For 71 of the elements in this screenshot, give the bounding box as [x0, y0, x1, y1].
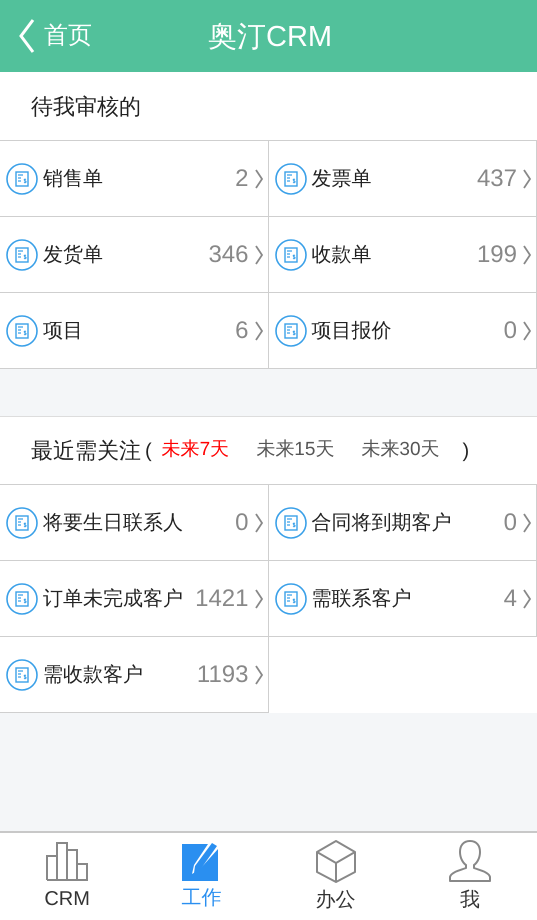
document-icon	[6, 238, 38, 270]
item-count: 199	[476, 240, 517, 270]
item-label: 收款单	[312, 242, 372, 268]
grid-item[interactable]: 需收款客户 1193	[0, 637, 268, 713]
item-label: 项目	[43, 318, 83, 344]
item-count: 0	[235, 508, 248, 538]
item-label: 订单未完成客户	[43, 586, 183, 612]
section-title: 最近需关注	[31, 437, 141, 465]
item-label: 项目报价	[312, 318, 392, 344]
chevron-right-icon	[522, 320, 532, 342]
user-icon	[448, 838, 492, 882]
document-icon	[6, 658, 38, 690]
grid-item[interactable]: 需联系客户 4	[268, 561, 537, 637]
grid-item[interactable]: 项目 6	[0, 293, 268, 369]
edit-icon	[182, 840, 220, 880]
bar-chart-icon	[45, 840, 90, 882]
tab-item[interactable]: 我	[402, 833, 537, 920]
tab-item[interactable]: 办公	[268, 833, 403, 920]
item-label: 将要生日联系人	[43, 510, 183, 536]
item-label: 需联系客户	[312, 586, 412, 612]
grid-item[interactable]: 项目报价 0	[268, 293, 537, 369]
grid-item[interactable]: 发货单 346	[0, 217, 268, 293]
section-title: 待我审核的	[31, 92, 141, 120]
chevron-right-icon	[254, 588, 264, 610]
grid-item[interactable]: 发票单 437	[268, 141, 537, 217]
parenthesis: )	[462, 438, 470, 464]
document-icon	[274, 582, 306, 614]
parenthesis: (	[145, 438, 152, 464]
chevron-right-icon	[522, 168, 532, 190]
item-count: 0	[504, 316, 517, 346]
item-label: 发票单	[312, 166, 372, 192]
item-count: 6	[235, 316, 248, 346]
grid-item[interactable]: 销售单 2	[0, 141, 268, 217]
filter-tab[interactable]: 未来30天	[361, 436, 440, 465]
chevron-right-icon	[522, 244, 532, 266]
grid-item[interactable]: 订单未完成客户 1421	[0, 561, 268, 637]
item-count: 1421	[195, 584, 248, 614]
item-label: 需收款客户	[43, 662, 143, 688]
chevron-right-icon	[254, 664, 264, 686]
chevron-right-icon	[522, 588, 532, 610]
tab-item[interactable]: CRM	[0, 833, 134, 920]
cube-icon	[314, 838, 357, 882]
document-icon	[6, 162, 38, 194]
chevron-right-icon	[254, 512, 264, 534]
item-label: 发货单	[43, 242, 103, 268]
grid-item[interactable]: 收款单 199	[268, 217, 537, 293]
item-count: 4	[504, 584, 517, 614]
document-icon	[6, 582, 38, 614]
item-label: 合同将到期客户	[312, 510, 452, 536]
document-icon	[6, 314, 38, 346]
item-count: 437	[476, 164, 517, 194]
filter-tab[interactable]: 未来15天	[256, 436, 334, 465]
item-count: 2	[235, 164, 248, 194]
chevron-right-icon	[254, 168, 264, 190]
grid-item[interactable]: 将要生日联系人 0	[0, 485, 268, 561]
chevron-right-icon	[254, 320, 264, 342]
document-icon	[274, 506, 306, 538]
item-count: 346	[208, 240, 248, 270]
document-icon	[274, 162, 306, 194]
filter-tab[interactable]: 未来7天	[162, 436, 230, 465]
app-title: 奥汀CRM	[208, 20, 332, 55]
document-icon	[6, 506, 38, 538]
chevron-right-icon	[254, 244, 264, 266]
back-icon	[18, 18, 36, 54]
document-icon	[274, 238, 306, 270]
item-label: 销售单	[43, 166, 103, 192]
grid-item[interactable]: 合同将到期客户 0	[268, 485, 537, 561]
document-icon	[274, 314, 306, 346]
chevron-right-icon	[522, 512, 532, 534]
item-count: 0	[504, 508, 517, 538]
item-count: 1193	[196, 660, 248, 690]
